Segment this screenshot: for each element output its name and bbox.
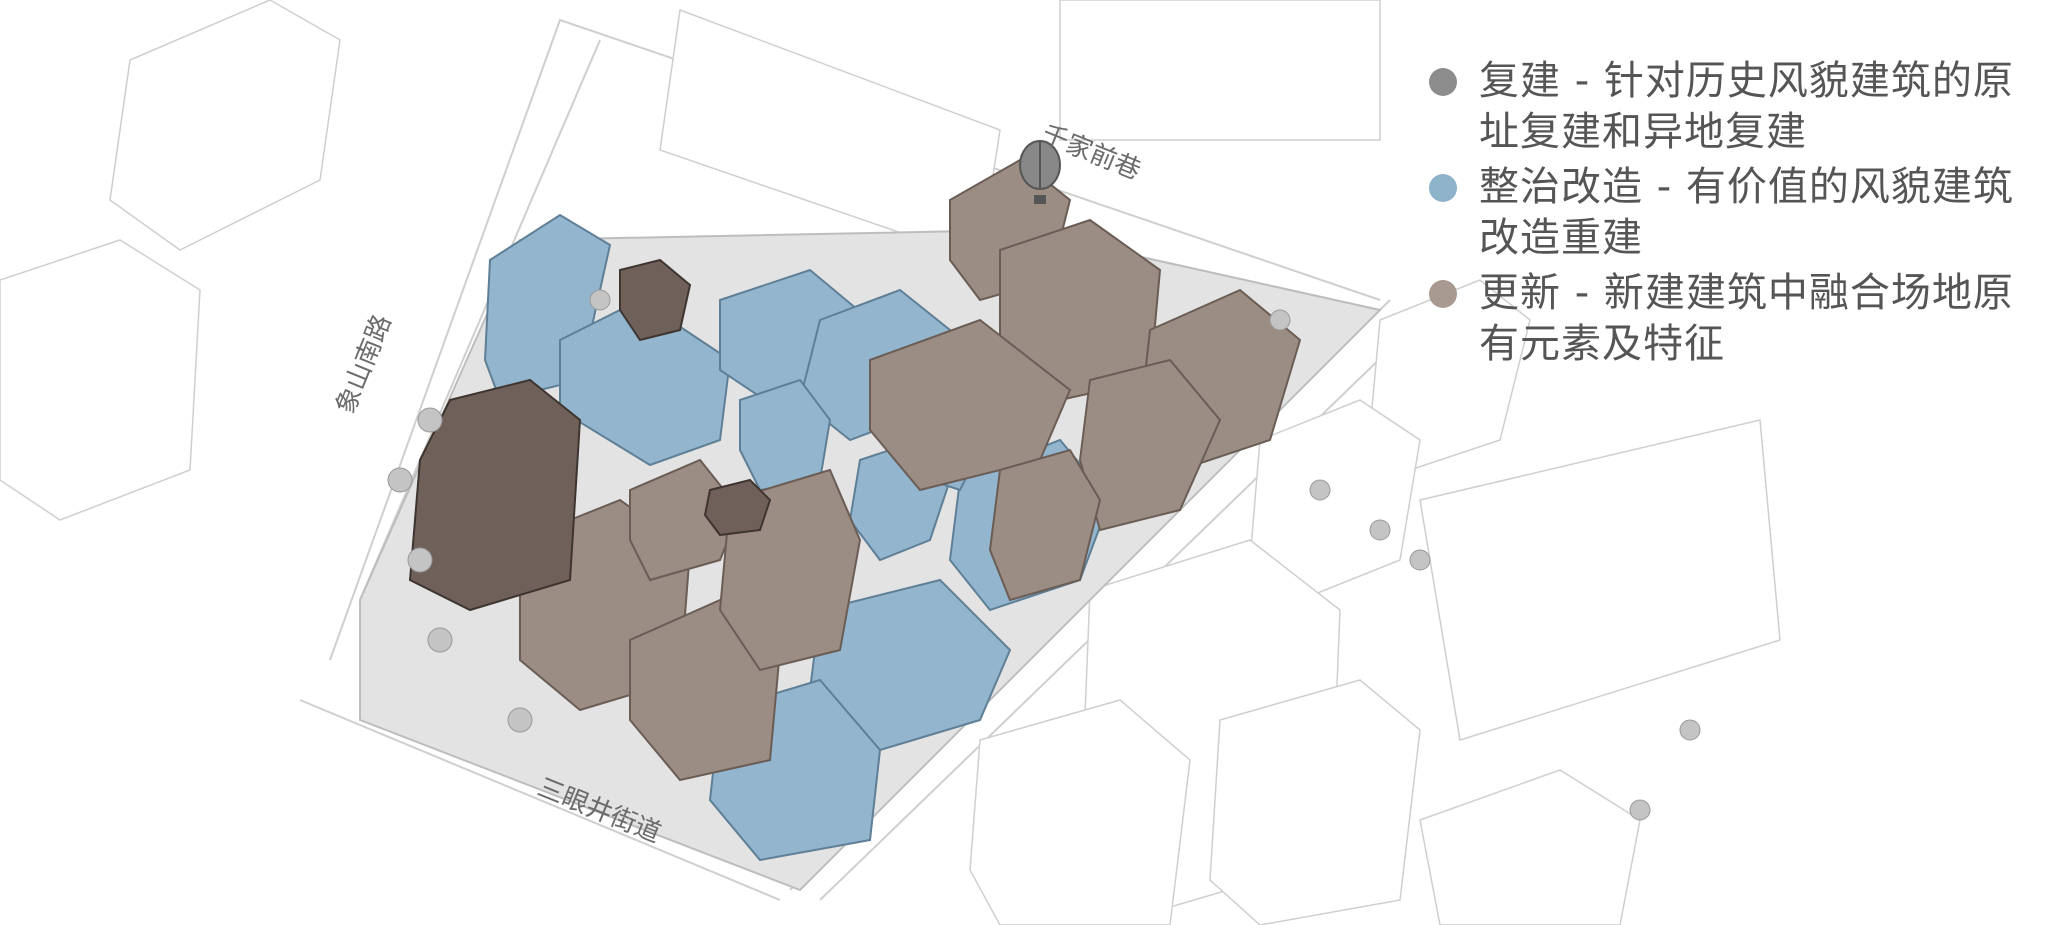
legend-dot-icon (1429, 68, 1457, 96)
legend-text: 更新 - 新建建筑中融合场地原有元素及特征 (1479, 270, 2014, 367)
legend-text: 整治改造 - 有价值的风貌建筑改造重建 (1479, 164, 2014, 261)
legend-dot-icon (1429, 280, 1457, 308)
legend-item-renovation: 整治改造 - 有价值的风貌建筑改造重建 (1425, 162, 2045, 264)
legend-item-renewal: 更新 - 新建建筑中融合场地原有元素及特征 (1425, 268, 2045, 370)
legend-item-reconstruction: 复建 - 针对历史风貌建筑的原址复建和异地复建 (1425, 56, 2045, 158)
legend-dot-icon (1429, 174, 1457, 202)
legend: 复建 - 针对历史风貌建筑的原址复建和异地复建 整治改造 - 有价值的风貌建筑改… (1425, 56, 2045, 374)
legend-text: 复建 - 针对历史风貌建筑的原址复建和异地复建 (1479, 58, 2014, 155)
diagram-canvas: 千家前巷 象山南路 三眼井街道 复建 - 针对历史风貌建筑的原址复建和异地复建 … (0, 0, 2050, 925)
